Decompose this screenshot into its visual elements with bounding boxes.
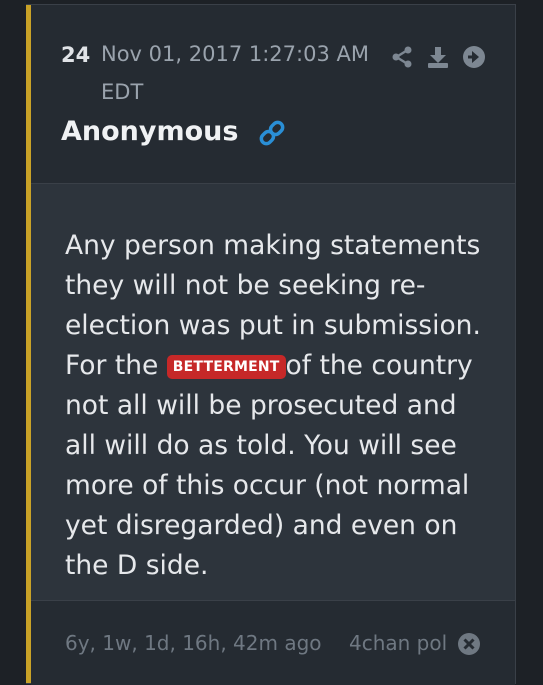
post-body: Any person making statements they will n… [31,184,515,600]
post-source[interactable]: 4chan pol [349,631,447,655]
arrow-right-circle-icon[interactable] [461,44,487,70]
share-icon[interactable] [389,44,415,70]
highlight-badge: BETTERMENT [166,355,286,379]
download-icon[interactable] [425,44,451,70]
post-number: 24 [61,43,91,67]
post-footer: 6y, 1w, 1d, 16h, 42m ago 4chan pol [31,601,515,685]
post-date: Nov 01, 2017 1:27:03 AM EDT [101,42,369,104]
post-card: 24 Nov 01, 2017 1:27:03 AM EDT Anonymous… [26,4,516,685]
post-header: 24 Nov 01, 2017 1:27:03 AM EDT Anonymous [31,5,515,183]
close-circle-icon[interactable] [457,632,481,656]
author-name: Anonymous [61,116,239,147]
post-age: 6y, 1w, 1d, 16h, 42m ago [65,631,322,655]
message-text-end: of the country not all will be prosecute… [65,350,473,581]
post-tools [389,44,487,70]
post-message: Any person making statements they will n… [65,226,495,586]
link-icon[interactable] [256,117,288,149]
